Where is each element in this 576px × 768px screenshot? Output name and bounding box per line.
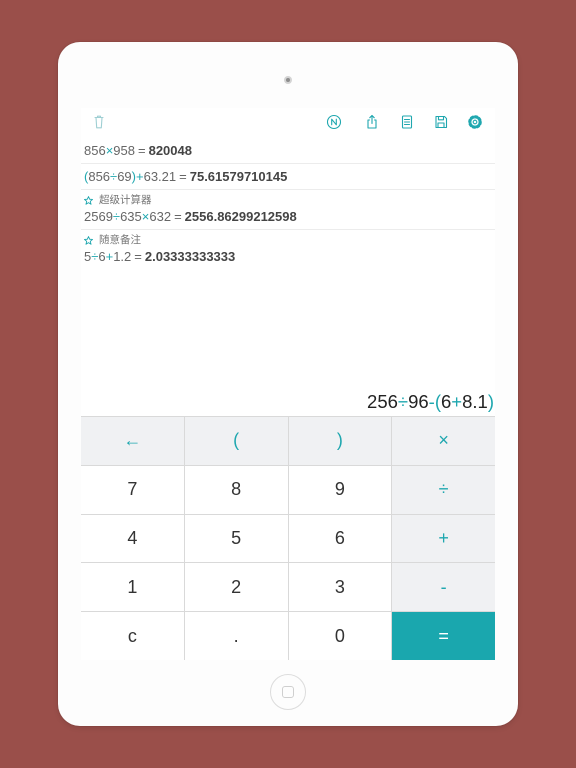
expr-operator: ÷ — [112, 209, 121, 224]
expr-number: 856 — [88, 169, 111, 184]
digit-1-key[interactable]: 1 — [81, 563, 184, 612]
open-paren-key[interactable]: ( — [184, 417, 288, 465]
history-row[interactable]: 856×958 = 820048 — [81, 138, 495, 164]
history-entry: 2569÷635×632 = 2556.86299212598 — [84, 207, 495, 227]
document-list-icon[interactable] — [398, 113, 416, 131]
expr-number: 6 — [441, 391, 452, 412]
history-result: 75.61579710145 — [189, 169, 288, 184]
history-expression: 5÷6+1.2 — [84, 249, 131, 264]
clear-key[interactable]: c — [81, 612, 184, 660]
digit-3-key[interactable]: 3 — [288, 563, 392, 612]
equals-sign: = — [134, 249, 142, 264]
history-expression: 2569÷635×632 — [84, 209, 171, 224]
history-result: 820048 — [148, 143, 192, 158]
expr-number: 958 — [113, 143, 135, 158]
digit-8-key[interactable]: 8 — [184, 465, 288, 514]
star-icon — [84, 235, 93, 245]
expr-number: 69 — [117, 169, 132, 184]
backspace-key[interactable]: ← — [81, 417, 184, 465]
keypad: ← ( ) × 7 8 9 ÷ 4 5 6 + 1 2 3 - c . 0 = — [81, 416, 495, 660]
expr-number: 256 — [367, 391, 398, 412]
home-button-square-icon — [281, 685, 294, 698]
divide-key[interactable]: ÷ — [392, 465, 495, 514]
equals-sign: = — [174, 209, 182, 224]
digit-2-key[interactable]: 2 — [184, 563, 288, 612]
history-expression: (856÷69)+63.21 — [84, 169, 176, 184]
close-paren-key[interactable]: ) — [288, 417, 392, 465]
history-row[interactable]: 随意备注 5÷6+1.2 = 2.03333333333 — [81, 230, 495, 270]
history-note-label: 随意备注 — [99, 234, 141, 246]
multiply-key[interactable]: × — [392, 417, 495, 465]
star-icon — [84, 195, 93, 205]
expr-number: 856 — [84, 143, 106, 158]
digit-4-key[interactable]: 4 — [81, 514, 184, 563]
front-camera — [284, 76, 292, 84]
history-entry: 5÷6+1.2 = 2.03333333333 — [84, 247, 495, 267]
expr-operator: + — [136, 169, 144, 184]
digit-6-key[interactable]: 6 — [288, 514, 392, 563]
history-row[interactable]: (856÷69)+63.21 = 75.61579710145 — [81, 164, 495, 190]
expression-display: 256÷96-(6+8.1) — [367, 390, 494, 414]
history-expression: 856×958 — [84, 143, 135, 158]
expr-number: 96 — [408, 391, 429, 412]
trash-icon[interactable] — [90, 113, 108, 131]
digit-7-key[interactable]: 7 — [81, 465, 184, 514]
plus-key[interactable]: + — [392, 514, 495, 563]
save-icon[interactable] — [432, 113, 450, 131]
expr-number: 2569 — [84, 209, 113, 224]
letter-n-circle-icon[interactable] — [325, 113, 343, 131]
history-note: 超级计算器 — [84, 193, 495, 207]
history-entry: 856×958 = 820048 — [84, 138, 495, 163]
equals-sign: = — [179, 169, 187, 184]
minus-key[interactable]: - — [392, 563, 495, 612]
history-result: 2.03333333333 — [144, 249, 236, 264]
decimal-point-key[interactable]: . — [184, 612, 288, 660]
home-button[interactable] — [270, 674, 306, 710]
settings-gear-icon[interactable] — [466, 113, 484, 131]
tablet-device-frame: 856×958 = 820048 (856÷69)+63.21 = 75.6157971… — [58, 42, 518, 726]
expr-number: 63.21 — [143, 169, 177, 184]
expr-number: 1.2 — [113, 249, 132, 264]
history-row[interactable]: 超级计算器 2569÷635×632 = 2556.86299212598 — [81, 190, 495, 230]
expr-number: 635 — [120, 209, 142, 224]
history-result: 2556.86299212598 — [184, 209, 297, 224]
history-note: 随意备注 — [84, 233, 495, 247]
expr-operator: ÷ — [397, 391, 409, 412]
digit-9-key[interactable]: 9 — [288, 465, 392, 514]
history-note-label: 超级计算器 — [99, 194, 152, 206]
expr-number: 6 — [98, 249, 106, 264]
app-screen: 856×958 = 820048 (856÷69)+63.21 = 75.6157971… — [81, 108, 495, 660]
digit-0-key[interactable]: 0 — [288, 612, 392, 660]
equals-key[interactable]: = — [392, 612, 495, 660]
digit-5-key[interactable]: 5 — [184, 514, 288, 563]
expr-operator: ) — [487, 391, 494, 412]
share-icon[interactable] — [363, 113, 381, 131]
equals-sign: = — [138, 143, 146, 158]
expr-number: 8.1 — [462, 391, 488, 412]
expr-number: 632 — [149, 209, 172, 224]
expr-operator: + — [451, 391, 463, 412]
history-list: 856×958 = 820048 (856÷69)+63.21 = 75.6157971… — [81, 138, 495, 270]
history-entry: (856÷69)+63.21 = 75.61579710145 — [84, 164, 495, 189]
